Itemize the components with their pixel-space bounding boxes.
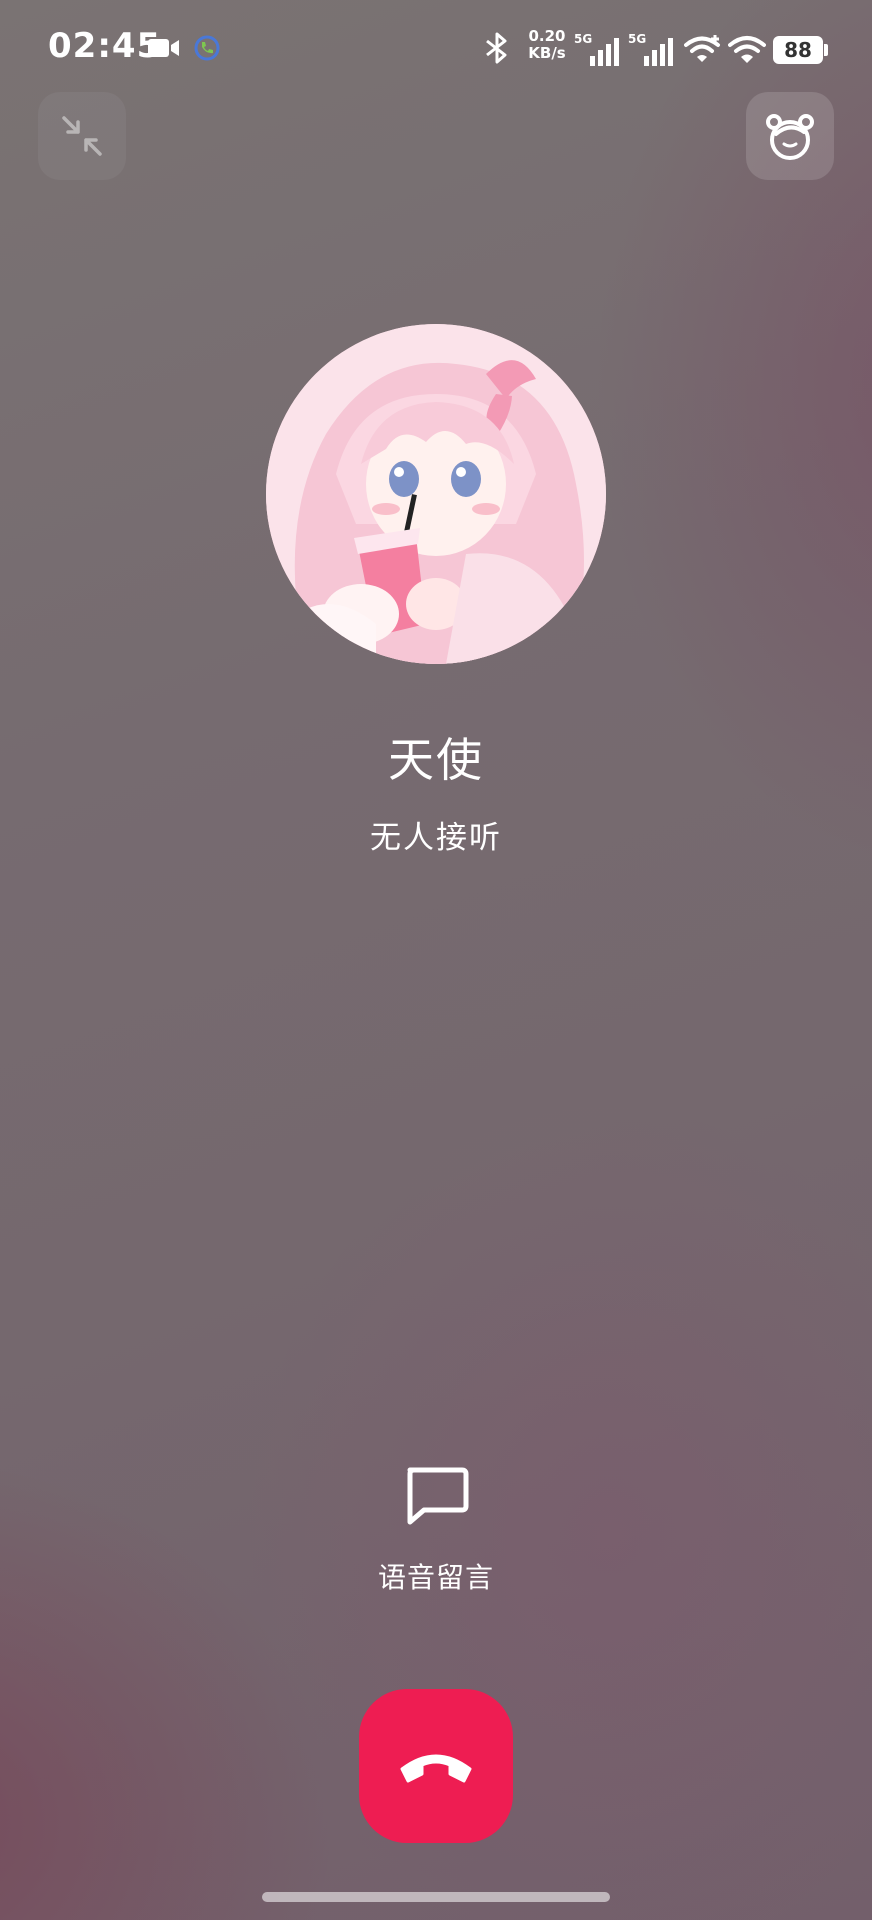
battery-tip (824, 44, 828, 56)
signal-strength-sim1: 5G (574, 30, 620, 66)
signal-strength-sim2: 5G (628, 30, 674, 66)
wifi-icon (728, 36, 766, 63)
cartoon-avatar-icon (766, 114, 814, 160)
network-speed: 0.20 KB/s (528, 27, 566, 62)
voice-message-label: 语音留言 (377, 1561, 494, 1594)
bluetooth-icon (486, 32, 507, 64)
voice-message-button[interactable]: 语音留言 (356, 1460, 516, 1600)
call-status-text: 无人接听 (370, 820, 502, 856)
anime-girl-avatar-image (266, 324, 606, 664)
wifi-plus-icon (684, 35, 720, 62)
hang-up-phone-icon (400, 1754, 472, 1783)
home-indicator[interactable] (262, 1892, 610, 1902)
signal-icon (590, 38, 619, 66)
signal-icon (644, 38, 673, 66)
hang-up-button[interactable] (359, 1689, 513, 1843)
minimize-call-button[interactable] (38, 92, 126, 180)
message-bubble-icon (407, 1467, 469, 1525)
collapse-arrows-icon (62, 116, 102, 156)
status-bar: 02:45 0.20 KB/s 5G 5G 88 (0, 0, 872, 100)
battery-icon: 88 (773, 36, 823, 64)
avatar-mode-button[interactable] (746, 92, 834, 180)
caller-avatar (266, 324, 606, 664)
contact-name: 天使 (388, 733, 484, 787)
call-in-progress-icon (194, 35, 220, 61)
status-time: 02:45 (48, 26, 162, 66)
video-camera-icon (148, 39, 179, 57)
